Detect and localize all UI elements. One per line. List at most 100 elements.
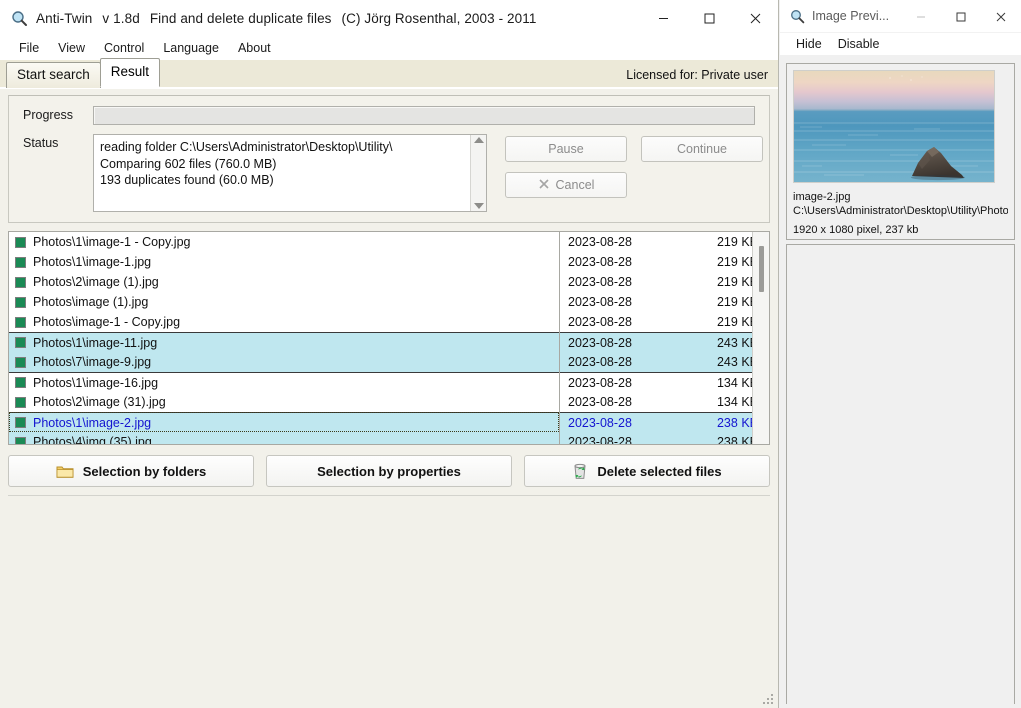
menu-about[interactable]: About — [229, 38, 280, 58]
titlebar: Anti-Twin v 1.8d Find and delete duplicate… — [0, 0, 778, 36]
progress-row: Progress — [15, 104, 763, 126]
table-row-meta[interactable]: 2023-08-28 219 KB — [560, 252, 752, 272]
checkbox-checked-icon[interactable] — [15, 356, 26, 368]
file-size-cell: 243 KB — [716, 355, 752, 369]
file-path-cell: Photos\1\image-1 - Copy.jpg — [33, 235, 191, 249]
file-date-cell: 2023-08-28 — [568, 355, 632, 369]
progress-bar — [93, 105, 755, 125]
checkbox-checked-icon[interactable] — [15, 396, 26, 408]
checkbox-checked-icon[interactable] — [15, 417, 26, 428]
maximize-button[interactable] — [686, 0, 732, 36]
checkbox-checked-icon[interactable] — [15, 236, 26, 248]
table-row[interactable]: Photos\1\image-1.jpg — [9, 252, 559, 272]
preview-maximize-button[interactable] — [941, 0, 981, 33]
continue-button[interactable]: Continue — [641, 136, 763, 162]
duplicate-file-list[interactable]: Photos\1\image-1 - Copy.jpg Photos\1\imag… — [8, 231, 770, 445]
table-row[interactable]: Photos\4\img (35).jpg — [9, 432, 559, 444]
progress-status-panel: Progress Status reading folder C:\Users\… — [8, 95, 770, 223]
preview-menu-disable[interactable]: Disable — [830, 35, 888, 53]
checkbox-checked-icon[interactable] — [15, 296, 26, 308]
checkbox-checked-icon[interactable] — [15, 436, 26, 444]
table-row-meta[interactable]: 2023-08-28 243 KB — [560, 332, 752, 352]
file-path-cell: Photos\2\image (1).jpg — [33, 275, 159, 289]
table-row-meta[interactable]: 2023-08-28 238 KB — [560, 412, 752, 432]
menu-file[interactable]: File — [10, 38, 48, 58]
table-row-meta[interactable]: 2023-08-28 219 KB — [560, 272, 752, 292]
table-row[interactable]: Photos\2\image (1).jpg — [9, 272, 559, 292]
status-label: Status — [23, 136, 59, 150]
table-row-meta[interactable]: 2023-08-28 134 KB — [560, 392, 752, 412]
preview-minimize-button[interactable] — [901, 0, 941, 33]
column-metadata[interactable]: 2023-08-28219 KB2023-08-28219 KB2023-08-… — [560, 232, 752, 444]
file-date-cell: 2023-08-28 — [568, 235, 632, 249]
table-row-meta[interactable]: 2023-08-28 219 KB — [560, 312, 752, 332]
preview-window-controls — [901, 0, 1021, 33]
menu-language[interactable]: Language — [154, 38, 228, 58]
file-date-cell: 2023-08-28 — [568, 335, 632, 350]
file-path-cell: Photos\7\image-9.jpg — [33, 355, 152, 369]
file-size-cell: 134 KB — [716, 375, 752, 390]
status-row: Status reading folder C:\Users\Administr… — [15, 134, 763, 212]
table-row-meta[interactable]: 2023-08-28 219 KB — [560, 232, 752, 252]
preview-path: C:\Users\Administrator\Desktop\Utility\P… — [793, 205, 1008, 217]
folder-icon — [56, 464, 74, 479]
table-row[interactable]: Photos\7\image-9.jpg — [9, 352, 559, 372]
resize-grip[interactable] — [763, 694, 774, 704]
selection-by-folders-button[interactable]: Selection by folders — [8, 455, 254, 487]
table-row-meta[interactable]: 2023-08-28 219 KB — [560, 292, 752, 312]
delete-selected-files-button[interactable]: Delete selected files — [524, 455, 770, 487]
table-row[interactable]: Photos\1\image-1 - Copy.jpg — [9, 232, 559, 252]
menu-view[interactable]: View — [49, 38, 94, 58]
table-row[interactable]: Photos\1\image-16.jpg — [9, 372, 559, 392]
table-row[interactable]: Photos\image (1).jpg — [9, 292, 559, 312]
checkbox-checked-icon[interactable] — [15, 377, 26, 388]
table-row[interactable]: Photos\1\image-11.jpg — [9, 332, 559, 352]
app-tagline: Find and delete duplicate files — [149, 10, 332, 26]
file-date-cell: 2023-08-28 — [568, 255, 632, 269]
preview-menu-hide[interactable]: Hide — [788, 35, 830, 53]
checkbox-checked-icon[interactable] — [15, 256, 26, 268]
list-scrollbar[interactable] — [752, 232, 769, 444]
column-filenames[interactable]: Photos\1\image-1 - Copy.jpg Photos\1\imag… — [9, 232, 560, 444]
checkbox-checked-icon[interactable] — [15, 337, 26, 348]
app-name: Anti-Twin — [36, 10, 93, 26]
tab-start-search[interactable]: Start search — [6, 62, 101, 88]
table-row-meta[interactable]: 2023-08-28 134 KB — [560, 372, 752, 392]
screen: Anti-Twin v 1.8d Find and delete duplicate… — [0, 0, 1021, 708]
table-row[interactable]: Photos\1\image-2.jpg — [9, 412, 559, 432]
scroll-up-icon[interactable] — [473, 137, 484, 143]
minimize-button[interactable] — [640, 0, 686, 36]
window-controls — [640, 0, 778, 36]
scroll-down-icon[interactable] — [473, 203, 484, 209]
file-date-cell: 2023-08-28 — [568, 315, 632, 329]
selection-by-properties-button[interactable]: Selection by properties — [266, 455, 512, 487]
preview-close-button[interactable] — [981, 0, 1021, 33]
menu-control[interactable]: Control — [95, 38, 153, 58]
cancel-button[interactable]: Cancel — [505, 172, 627, 198]
file-date-cell: 2023-08-28 — [568, 295, 632, 309]
table-row-meta[interactable]: 2023-08-28 238 KB — [560, 432, 752, 444]
list-scrollbar-thumb[interactable] — [759, 246, 764, 292]
status-textarea[interactable]: reading folder C:\Users\Administrator\De… — [93, 134, 487, 212]
file-size-cell: 243 KB — [716, 335, 752, 350]
anti-twin-main-window: Anti-Twin v 1.8d Find and delete duplicate… — [0, 0, 779, 708]
close-button[interactable] — [732, 0, 778, 36]
checkbox-checked-icon[interactable] — [15, 276, 26, 288]
file-path-cell: Photos\1\image-16.jpg — [33, 375, 159, 390]
preview-empty-area — [786, 244, 1015, 704]
magnifier-icon — [10, 9, 28, 27]
preview-card: image-2.jpg C:\Users\Administrator\Deskt… — [786, 63, 1015, 240]
selection-by-properties-label: Selection by properties — [317, 463, 461, 479]
file-size-cell: 238 KB — [716, 415, 752, 430]
statusbar — [0, 496, 778, 708]
table-row[interactable]: Photos\2\image (31).jpg — [9, 392, 559, 412]
file-size-cell: 219 KB — [716, 295, 752, 309]
table-row-meta[interactable]: 2023-08-28 243 KB — [560, 352, 752, 372]
status-scrollbar[interactable] — [470, 135, 486, 211]
table-row[interactable]: Photos\image-1 - Copy.jpg — [9, 312, 559, 332]
pause-button[interactable]: Pause — [505, 136, 627, 162]
file-path-cell: Photos\4\img (35).jpg — [33, 435, 152, 444]
checkbox-checked-icon[interactable] — [15, 316, 26, 328]
preview-body: image-2.jpg C:\Users\Administrator\Deskt… — [780, 55, 1021, 708]
tab-result[interactable]: Result — [99, 58, 161, 87]
